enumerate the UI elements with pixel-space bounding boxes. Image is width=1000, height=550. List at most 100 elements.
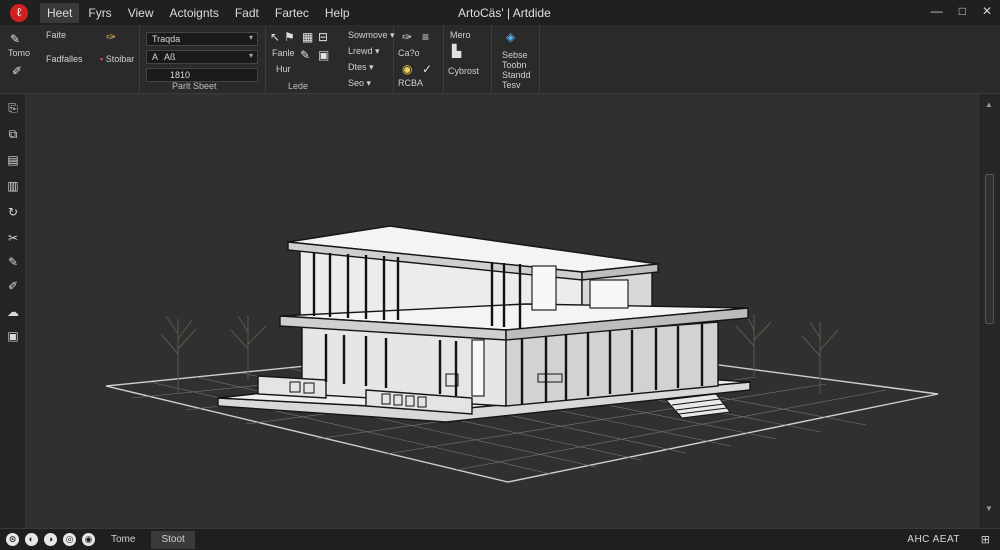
page-tool-icon[interactable]: ▤	[5, 152, 21, 168]
window-title: ArtoCäs' | Artdide	[458, 6, 551, 20]
panel-title-properties: Parlt Sbeet	[172, 81, 217, 91]
title-bar: ℓ Heet Fyrs View Actoignts Fadt Fartec H…	[0, 0, 1000, 26]
menu-actions[interactable]: Actoignts	[162, 3, 225, 23]
pencil-tool-icon[interactable]: ✐	[5, 278, 21, 294]
line-tool-button[interactable]: ✎	[10, 32, 20, 46]
chevron-down-icon: ▾	[248, 33, 253, 42]
measure-button[interactable]: ◈	[506, 30, 515, 44]
drawing-viewport[interactable]	[26, 94, 978, 528]
stoibar-label: Stoibar	[105, 54, 135, 64]
circle-button[interactable]: ◉	[402, 62, 412, 76]
fadfalles-button[interactable]: Fadfalles	[46, 54, 83, 64]
sowmove-label: Sowmove	[348, 30, 388, 40]
pen-tool-icon[interactable]: ✎	[5, 254, 21, 270]
layer-tool-2[interactable]: ⚑	[284, 30, 295, 44]
menu-view[interactable]: View	[121, 3, 161, 23]
status-icon-1[interactable]: ⊙	[6, 533, 19, 546]
menu-fartec[interactable]: Fartec	[268, 3, 316, 23]
ribbon-panel-measure: ◈ Sebse Toobn Standd Tesv	[492, 26, 540, 94]
list-button[interactable]: ≡	[422, 30, 429, 44]
scroll-thumb[interactable]	[985, 174, 994, 324]
copy-tool-icon[interactable]: ⧉	[5, 126, 21, 142]
dtes-label: Dtes	[348, 62, 367, 72]
cloud-tool-icon[interactable]: ☁	[5, 304, 21, 320]
menu-fadt[interactable]: Fadt	[228, 3, 266, 23]
faite-button[interactable]: Faite	[46, 30, 66, 40]
status-icon-5[interactable]: ◉	[82, 533, 95, 546]
text-style-prefix: A	[152, 52, 158, 62]
window-controls: — □ ✕	[931, 4, 992, 18]
seo-dropdown[interactable]: Seo ▾	[348, 78, 371, 89]
tesv-label: Tesv	[502, 80, 521, 90]
dtes-dropdown[interactable]: Dtes ▾	[348, 62, 374, 73]
cybrost-button[interactable]: Cybrost	[448, 66, 479, 76]
mero-button[interactable]: Mero	[450, 30, 471, 40]
pencil-tool-button[interactable]: ✐	[12, 64, 22, 78]
chart-button[interactable]: ▙	[452, 44, 461, 58]
ribbon-panel-layers: ↖ ⚑ ▦ ⊟ Fanle ✎ ▣ Hur Sowmove ▾ Lrewd ▾ …	[266, 26, 395, 94]
box-icon: ▣	[318, 48, 330, 62]
grid-icon: ▦	[302, 30, 314, 44]
menu-home[interactable]: Heet	[40, 2, 80, 23]
layer-tool-3[interactable]: ▦	[302, 30, 313, 44]
seo-label: Seo	[348, 78, 365, 88]
status-readout: AHC AEAT	[907, 534, 960, 545]
tomo-label: Tomo	[8, 48, 31, 58]
scissors-tool-icon[interactable]: ✂	[5, 230, 21, 246]
status-icon-3[interactable]: ◑	[44, 533, 57, 546]
ribbon-panel-draw: ✎ Tomo ✐ Faite Fadfalles ✑ ▪ Stoibar	[0, 26, 140, 94]
text-style-value: Aß	[164, 52, 176, 62]
lrewd-dropdown[interactable]: Lrewd ▾	[348, 46, 380, 57]
left-toolbar: ⎘ ⧉ ▤ ▥ ↻ ✂ ✎ ✐ ☁ ▣	[0, 94, 26, 528]
menu-help[interactable]: Help	[318, 3, 357, 23]
flag-icon: ⚑	[284, 30, 295, 44]
fanle-button[interactable]: Fanle	[272, 48, 295, 58]
stoibar-button[interactable]: ▪ Stoibar	[100, 54, 134, 64]
pencil-icon: ✐	[12, 64, 23, 78]
scroll-up-icon[interactable]: ▲	[985, 100, 993, 109]
status-icon-2[interactable]: ◐	[25, 533, 38, 546]
pin-button[interactable]: ✓	[422, 62, 432, 76]
app-logo-icon[interactable]: ℓ	[10, 3, 28, 22]
vertical-scrollbar[interactable]: ▲ ▼	[978, 94, 1000, 528]
grid-toggle-icon[interactable]: ⊞	[981, 533, 990, 546]
minimize-button[interactable]: —	[931, 4, 943, 18]
list-icon: ≡	[422, 30, 430, 44]
layer-tool-1[interactable]: ↖	[270, 30, 280, 44]
sowmove-dropdown[interactable]: Sowmove ▾	[348, 30, 395, 41]
brush-tool-button[interactable]: ✑	[106, 30, 116, 44]
style-dropdown[interactable]: Traqda ▾	[146, 32, 258, 46]
lock-icon: ⊟	[318, 30, 329, 44]
brush-icon: ✑	[106, 30, 117, 44]
cao-button[interactable]: Ca?o	[398, 48, 420, 58]
pin-icon: ✓	[422, 62, 433, 76]
rotate-tool-icon[interactable]: ↻	[5, 204, 21, 220]
menu-file[interactable]: Fyrs	[81, 3, 118, 23]
ribbon-panel-tools: ✑ ≡ Ca?o ◉ ✓ RCBA	[394, 26, 444, 94]
maximize-button[interactable]: □	[959, 4, 966, 18]
scale-field[interactable]: 1810	[146, 68, 258, 82]
text-style-dropdown[interactable]: A Aß ▾	[146, 50, 258, 64]
sebse-label: Sebse	[502, 50, 528, 60]
layer-tool-5[interactable]: ✎	[300, 48, 310, 62]
hur-button[interactable]: Hur	[276, 64, 291, 74]
scale-value: 1810	[170, 70, 191, 80]
standd-label: Standd	[502, 70, 531, 80]
tab-tome[interactable]: Tome	[101, 531, 145, 549]
select-tool-icon[interactable]: ⎘	[5, 100, 21, 116]
eyedropper-button[interactable]: ✑	[402, 30, 412, 44]
layer-tool-4[interactable]: ⊟	[318, 30, 328, 44]
layers-tool-icon[interactable]: ▣	[5, 328, 21, 344]
eyedropper-icon: ✑	[402, 30, 413, 44]
close-button[interactable]: ✕	[982, 4, 992, 18]
pen-icon: ✎	[300, 48, 311, 62]
scroll-down-icon[interactable]: ▼	[985, 504, 993, 513]
style-dropdown-value: Traqda	[152, 34, 181, 44]
document-tool-icon[interactable]: ▥	[5, 178, 21, 194]
layer-tool-6[interactable]: ▣	[318, 48, 329, 62]
rcba-label: RCBA	[398, 78, 424, 88]
toobn-label: Toobn	[502, 60, 527, 70]
status-icon-4[interactable]: ◎	[63, 533, 76, 546]
yellow-circle-icon: ◉	[402, 62, 413, 76]
tab-stoot[interactable]: Stoot	[151, 530, 195, 549]
